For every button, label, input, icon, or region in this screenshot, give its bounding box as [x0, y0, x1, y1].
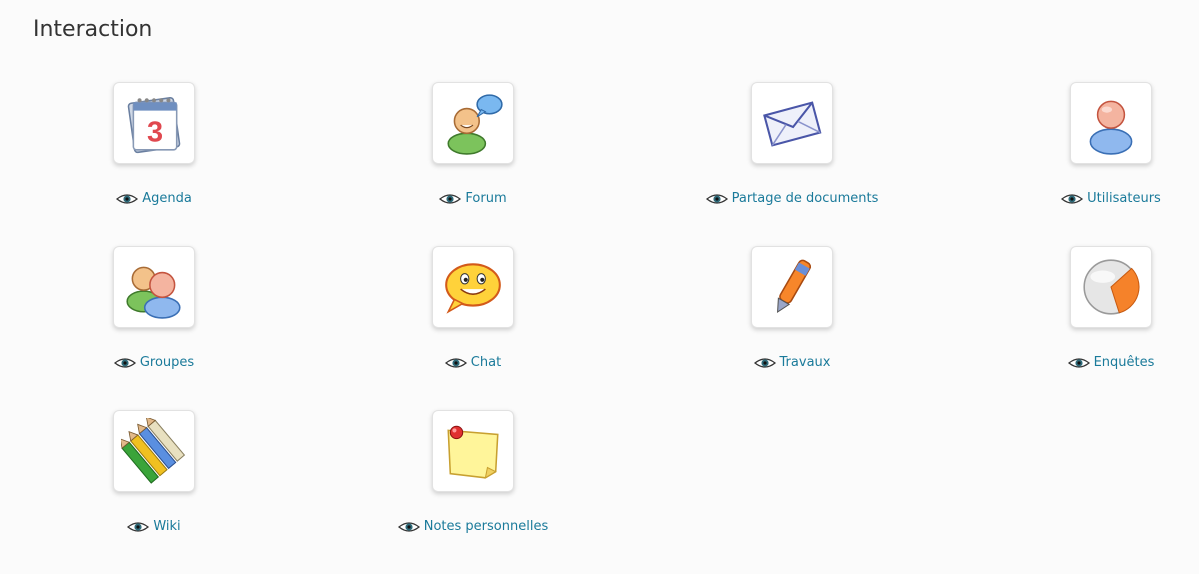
eye-icon — [127, 521, 150, 533]
tool-tile[interactable] — [751, 246, 833, 328]
pie-survey-icon — [1083, 259, 1140, 315]
tool-utilisateurs: Utilisateurs — [991, 82, 1199, 210]
tool-tile[interactable] — [751, 82, 833, 164]
tool-label: Chat — [470, 355, 502, 370]
pen-icon — [776, 259, 812, 314]
forum-user-speech-icon — [447, 94, 503, 155]
tool-link-forum[interactable]: Forum — [439, 191, 507, 206]
tool-label: Partage de documents — [731, 191, 879, 206]
tool-tile[interactable] — [113, 246, 195, 328]
eye-icon — [116, 193, 139, 205]
tool-link-utilisateurs[interactable]: Utilisateurs — [1061, 191, 1161, 206]
tool-notes-personnelles: Notes personnelles — [353, 410, 593, 538]
eye-icon — [397, 521, 420, 533]
eye-icon — [1061, 193, 1084, 205]
tool-link-travaux[interactable]: Travaux — [753, 355, 831, 370]
tool-groupes: Groupes — [34, 246, 274, 374]
tool-enquetes: Enquêtes — [991, 246, 1199, 374]
user-icon — [1089, 100, 1133, 155]
tool-link-groupes[interactable]: Groupes — [113, 355, 195, 370]
tool-tile[interactable] — [432, 82, 514, 164]
tool-partage-documents: Partage de documents — [672, 82, 912, 210]
tool-link-notes-personnelles[interactable]: Notes personnelles — [397, 519, 549, 534]
tool-tile[interactable]: 3 — [113, 82, 195, 164]
tool-label: Wiki — [153, 519, 181, 534]
tool-label: Enquêtes — [1093, 355, 1155, 370]
eye-icon — [705, 193, 728, 205]
tool-link-enquetes[interactable]: Enquêtes — [1067, 355, 1155, 370]
pencils-icon — [121, 418, 186, 484]
tool-wiki: Wiki — [34, 410, 274, 538]
tool-label: Travaux — [779, 355, 831, 370]
tool-travaux: Travaux — [672, 246, 912, 374]
tool-label: Agenda — [142, 191, 192, 206]
tool-tile[interactable] — [113, 410, 195, 492]
tool-link-wiki[interactable]: Wiki — [127, 519, 181, 534]
envelope-icon — [763, 101, 822, 147]
tool-label: Forum — [465, 191, 507, 206]
sticky-note-icon — [447, 425, 499, 479]
svg-text:3: 3 — [147, 117, 163, 149]
eye-icon — [1067, 357, 1090, 369]
tool-agenda: 3 Agenda — [34, 82, 274, 210]
tool-label: Groupes — [139, 355, 195, 370]
smiley-chat-icon — [445, 263, 501, 314]
eye-icon — [444, 357, 467, 369]
tool-label: Utilisateurs — [1087, 191, 1161, 206]
group-users-icon — [126, 266, 181, 319]
tool-tile[interactable] — [432, 246, 514, 328]
tool-link-chat[interactable]: Chat — [444, 355, 502, 370]
tool-link-agenda[interactable]: Agenda — [116, 191, 192, 206]
calendar-icon: 3 — [127, 97, 181, 154]
tool-chat: Chat — [353, 246, 593, 374]
eye-icon — [113, 357, 136, 369]
tool-tile[interactable] — [1070, 82, 1152, 164]
tool-forum: Forum — [353, 82, 593, 210]
tool-label: Notes personnelles — [423, 519, 549, 534]
tool-link-partage-documents[interactable]: Partage de documents — [705, 191, 879, 206]
tool-tile[interactable] — [1070, 246, 1152, 328]
tool-tile[interactable] — [432, 410, 514, 492]
eye-icon — [439, 193, 462, 205]
eye-icon — [753, 357, 776, 369]
section-title: Interaction — [33, 17, 153, 42]
